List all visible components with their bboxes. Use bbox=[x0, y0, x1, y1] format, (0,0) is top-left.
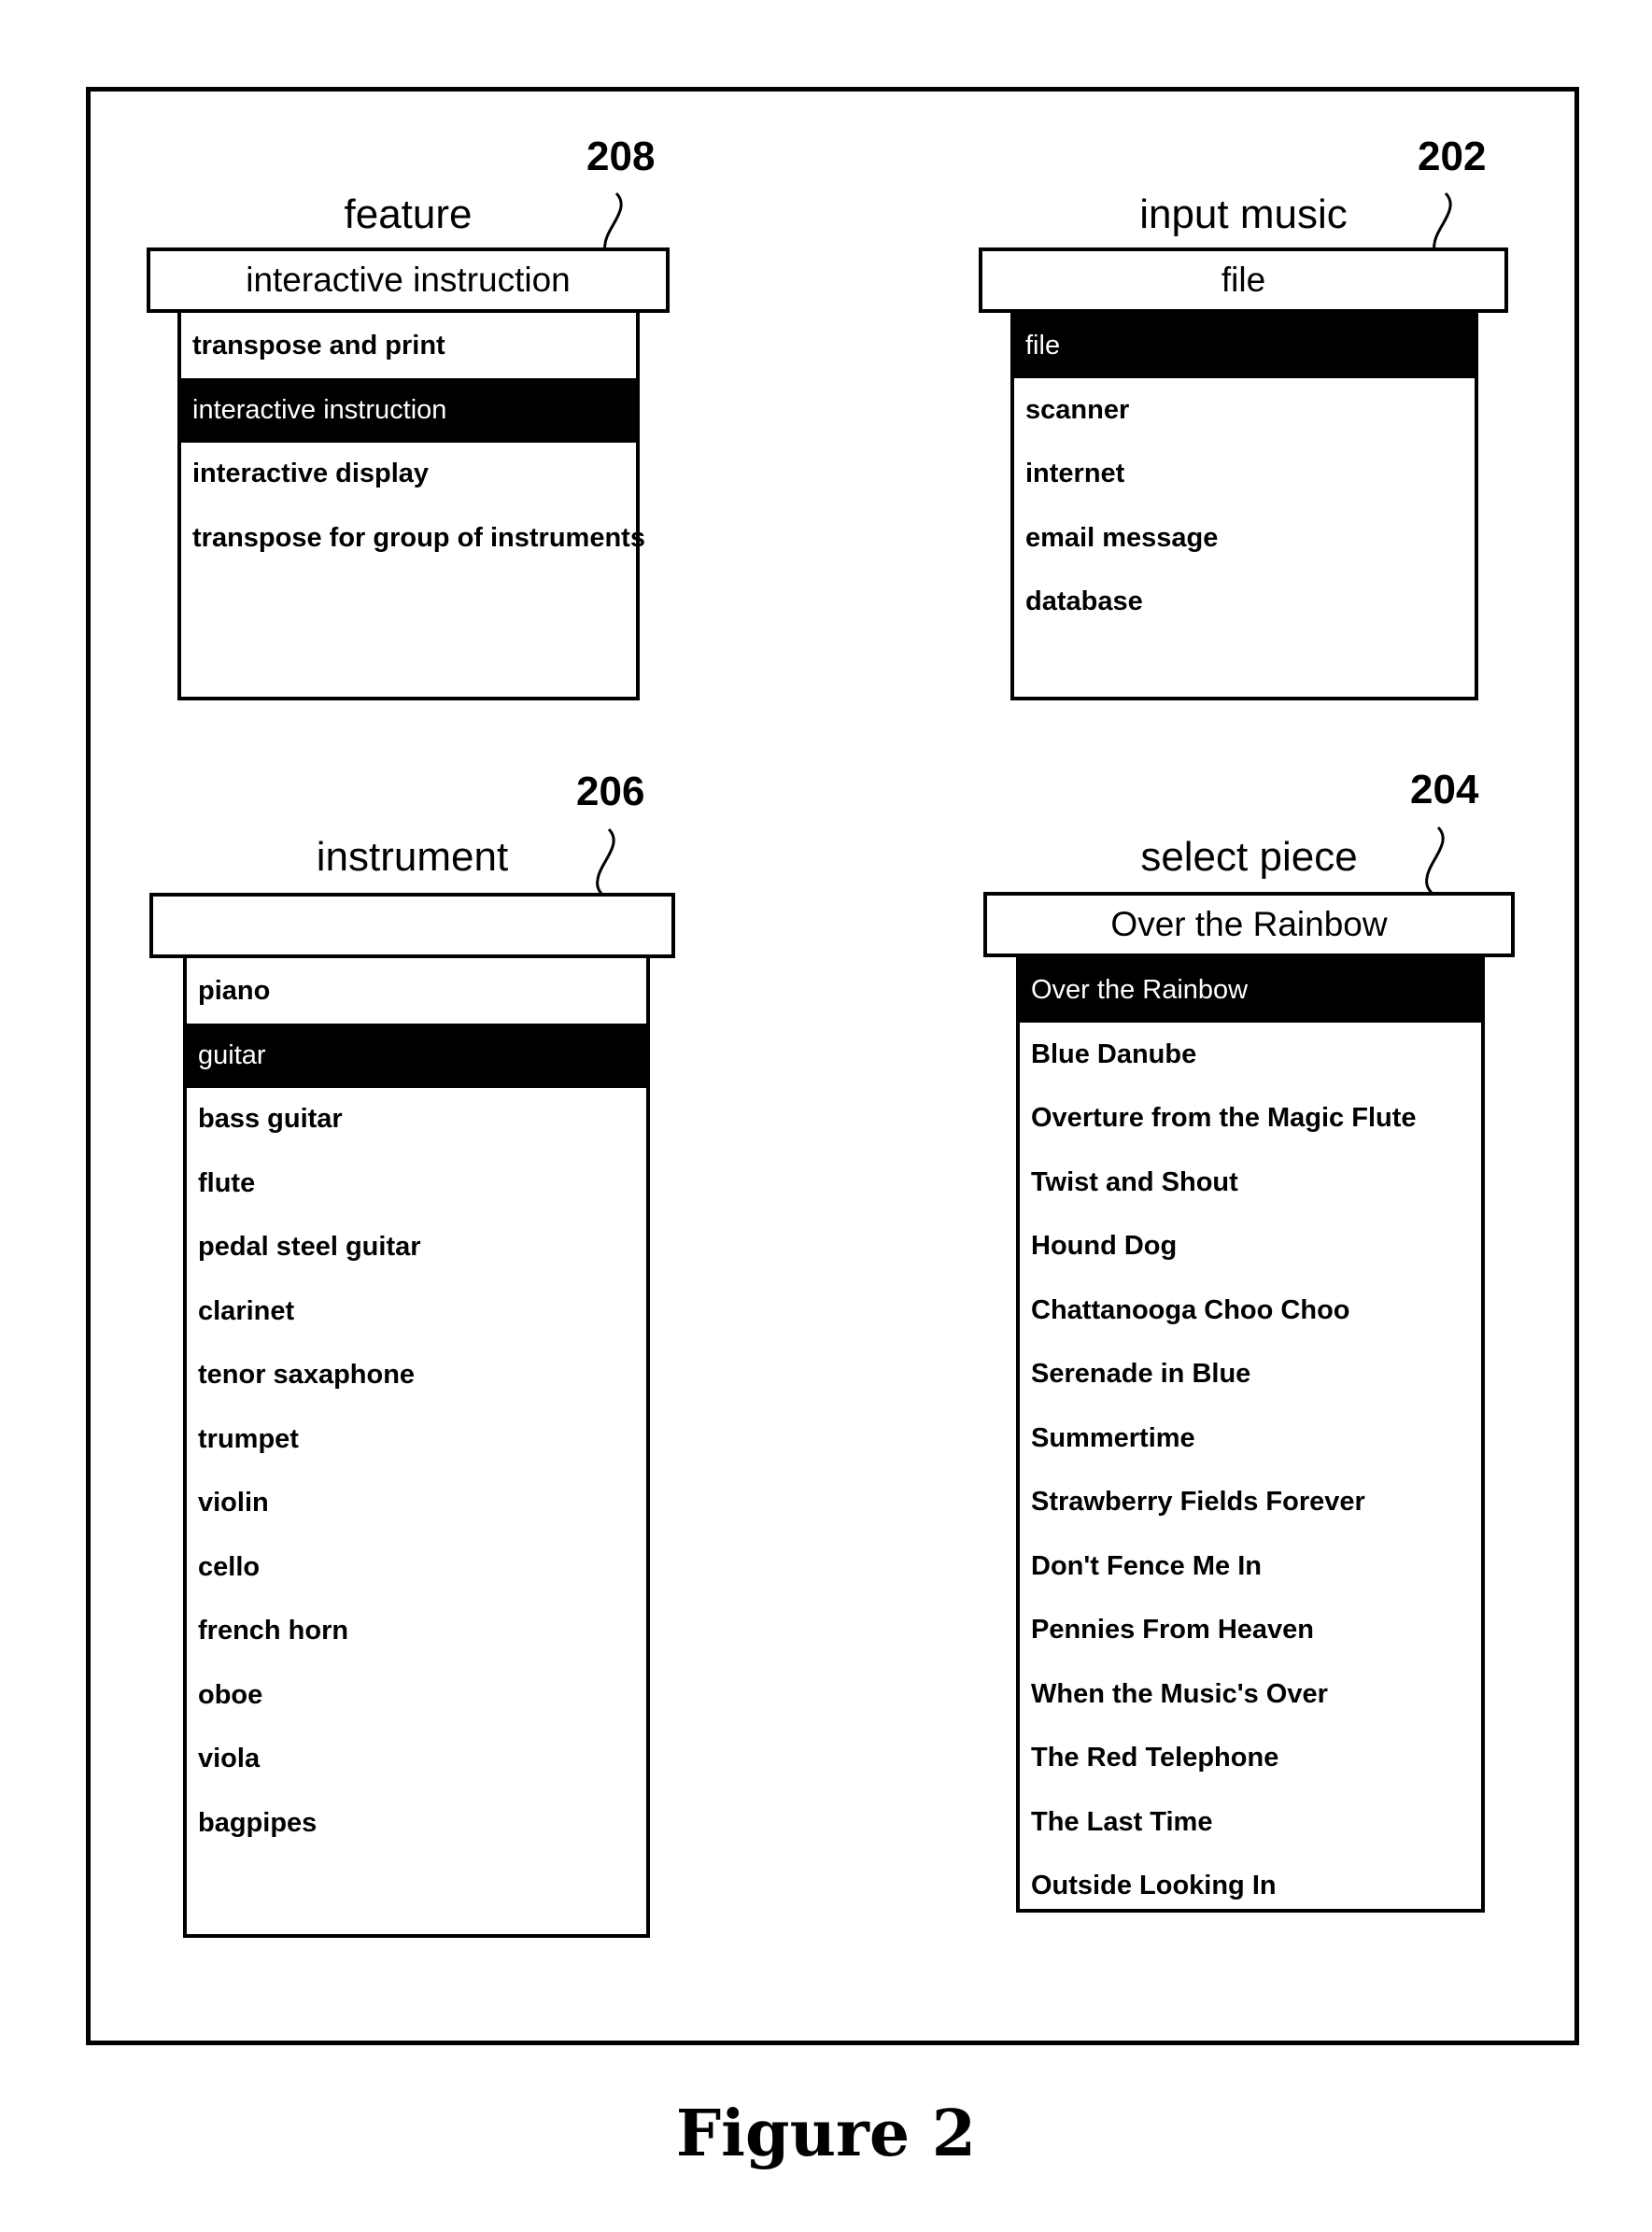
list-item[interactable]: Hound Dog bbox=[1020, 1215, 1481, 1279]
ref-number-208: 208 bbox=[586, 134, 656, 179]
ref-number-202: 202 bbox=[1418, 134, 1487, 179]
input-music-list: file scanner internet email message database bbox=[1010, 313, 1478, 700]
list-item[interactable]: viola bbox=[187, 1728, 646, 1792]
list-item[interactable]: trumpet bbox=[187, 1407, 646, 1472]
list-item-selected[interactable]: guitar bbox=[183, 1024, 650, 1088]
list-item-selected[interactable]: interactive instruction bbox=[177, 378, 640, 443]
list-item[interactable]: cello bbox=[187, 1535, 646, 1600]
list-item[interactable]: email message bbox=[1014, 506, 1475, 571]
list-item[interactable]: Outside Looking In bbox=[1020, 1855, 1481, 1919]
feature-dropdown[interactable]: interactive instruction bbox=[147, 247, 670, 313]
list-item[interactable]: french horn bbox=[187, 1600, 646, 1664]
list-item[interactable]: oboe bbox=[187, 1663, 646, 1728]
ref-number-204: 204 bbox=[1410, 767, 1479, 812]
instrument-list: piano guitar bass guitar flute pedal steel g… bbox=[183, 958, 650, 1938]
list-item[interactable]: The Last Time bbox=[1020, 1790, 1481, 1855]
ref-number-206: 206 bbox=[576, 769, 645, 814]
list-item[interactable]: Serenade in Blue bbox=[1020, 1343, 1481, 1407]
list-item[interactable]: Twist and Shout bbox=[1020, 1151, 1481, 1215]
input-music-label: input music bbox=[1139, 191, 1348, 237]
instrument-label: instrument bbox=[316, 834, 509, 880]
list-item[interactable]: Strawberry Fields Forever bbox=[1020, 1471, 1481, 1535]
list-item[interactable]: interactive display bbox=[181, 443, 636, 507]
list-item[interactable]: Chattanooga Choo Choo bbox=[1020, 1278, 1481, 1343]
list-item[interactable]: internet bbox=[1014, 443, 1475, 507]
list-item[interactable]: pedal steel guitar bbox=[187, 1216, 646, 1280]
list-item[interactable]: piano bbox=[187, 958, 646, 1024]
list-item[interactable]: When the Music's Over bbox=[1020, 1662, 1481, 1727]
list-item[interactable]: Summertime bbox=[1020, 1406, 1481, 1471]
list-item[interactable]: database bbox=[1014, 571, 1475, 635]
list-item[interactable]: violin bbox=[187, 1472, 646, 1536]
list-item[interactable]: transpose and print bbox=[181, 313, 636, 378]
input-music-dropdown[interactable]: file bbox=[979, 247, 1508, 313]
list-item[interactable]: Overture from the Magic Flute bbox=[1020, 1087, 1481, 1151]
list-item[interactable]: Pennies From Heaven bbox=[1020, 1599, 1481, 1663]
list-item[interactable]: clarinet bbox=[187, 1279, 646, 1344]
list-item[interactable]: The Red Telephone bbox=[1020, 1727, 1481, 1791]
list-item-selected[interactable]: Over the Rainbow bbox=[1016, 957, 1485, 1023]
list-item[interactable]: Don't Fence Me In bbox=[1020, 1534, 1481, 1599]
select-piece-label: select piece bbox=[1140, 834, 1358, 880]
list-item[interactable]: Blue Danube bbox=[1020, 1023, 1481, 1087]
feature-label: feature bbox=[344, 191, 473, 237]
instrument-dropdown[interactable] bbox=[149, 893, 675, 958]
feature-list: transpose and print interactive instructi… bbox=[177, 313, 645, 700]
list-item[interactable]: transpose for group of instruments bbox=[181, 506, 645, 571]
select-piece-list: Over the Rainbow Blue Danube Overture from… bbox=[1016, 957, 1485, 1913]
list-item-selected[interactable]: file bbox=[1010, 313, 1478, 378]
list-item[interactable]: tenor saxaphone bbox=[187, 1344, 646, 1408]
list-item[interactable]: flute bbox=[187, 1151, 646, 1216]
figure-caption: Figure 2 bbox=[675, 2097, 977, 2171]
select-piece-dropdown[interactable]: Over the Rainbow bbox=[983, 892, 1515, 957]
list-item[interactable]: bass guitar bbox=[187, 1088, 646, 1152]
list-item[interactable]: bagpipes bbox=[187, 1791, 646, 1856]
list-item[interactable]: scanner bbox=[1014, 378, 1475, 443]
